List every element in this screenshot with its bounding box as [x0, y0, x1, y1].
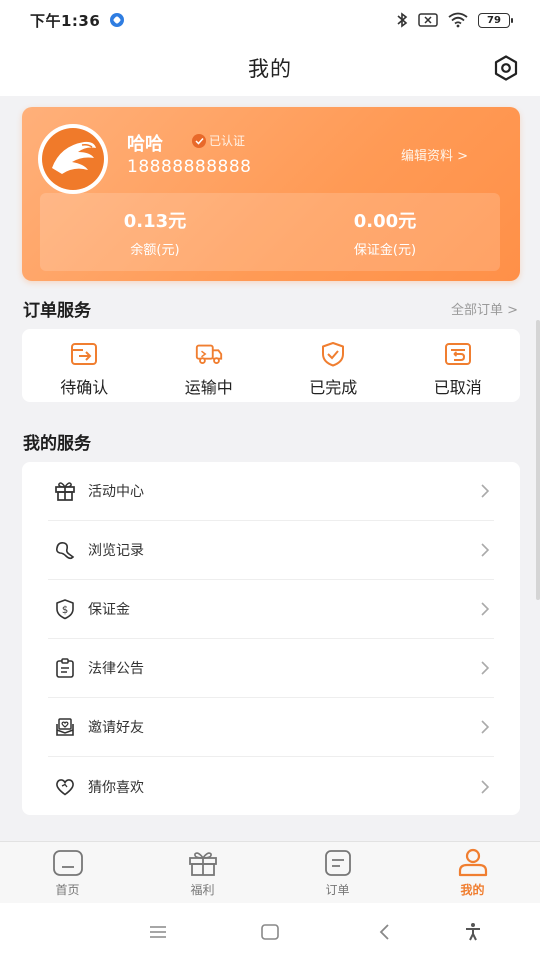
settings-icon[interactable] [488, 50, 524, 86]
no-sim-icon [418, 13, 438, 27]
svg-text:$: $ [62, 605, 68, 616]
tab-home[interactable]: 首页 [0, 842, 135, 903]
avatar[interactable] [38, 124, 108, 194]
tab-orders[interactable]: 订单 [270, 842, 405, 903]
user-phone: 18888888888 [127, 157, 252, 177]
service-activity-center[interactable]: 活动中心 [48, 462, 494, 521]
cancel-return-icon [443, 340, 473, 368]
service-invite-friends[interactable]: 邀请好友 [48, 698, 494, 757]
order-pending-label: 待确认 [60, 378, 109, 397]
chevron-right-icon [478, 720, 492, 734]
service-browse-history[interactable]: 浏览记录 [48, 521, 494, 580]
order-in-transit-label: 运输中 [184, 378, 233, 397]
verified-icon [192, 133, 206, 148]
deposit-label: 保证金(元) [353, 243, 417, 258]
order-service-card: 待确认 运输中 已完成 已取消 [22, 329, 520, 402]
service-guess-you-like[interactable]: 猜你喜欢 [48, 757, 494, 816]
service-label: 保证金 [88, 602, 130, 618]
deposit-value: 0.00元 [353, 211, 417, 232]
bottom-tab-bar: 首页 福利 订单 我的 [0, 841, 540, 903]
page-header: 我的 [0, 40, 540, 96]
heart-icon [52, 774, 78, 800]
order-completed[interactable]: 已完成 [271, 329, 396, 402]
truck-icon [194, 340, 224, 368]
status-icons: 79 [396, 12, 513, 28]
home-button-icon[interactable] [257, 919, 283, 945]
clipboard-icon [52, 655, 78, 681]
service-label: 法律公告 [88, 661, 144, 677]
balance-value: 0.13元 [123, 211, 187, 232]
deposit-stat[interactable]: 0.00元 保证金(元) [270, 193, 500, 271]
service-legal-notice[interactable]: 法律公告 [48, 639, 494, 698]
order-completed-label: 已完成 [309, 378, 358, 397]
accessibility-icon[interactable] [460, 919, 486, 945]
profile-card: 哈哈 已认证 18888888888 编辑资料 > 0.13元 余额(元) 0.… [22, 107, 520, 281]
tab-mine[interactable]: 我的 [405, 842, 540, 903]
order-service-title: 订单服务 [23, 301, 91, 321]
order-cancelled[interactable]: 已取消 [396, 329, 521, 402]
person-icon [456, 848, 490, 878]
order-cancelled-label: 已取消 [433, 378, 482, 397]
balance-stat[interactable]: 0.13元 余额(元) [40, 193, 270, 271]
verified-label: 已认证 [209, 134, 246, 148]
user-name: 哈哈 [127, 134, 163, 155]
chevron-right-icon [478, 543, 492, 557]
tab-label: 订单 [325, 883, 350, 897]
gift-icon [186, 848, 220, 878]
service-label: 浏览记录 [88, 543, 144, 559]
chevron-right-icon [478, 661, 492, 675]
shield-check-icon [318, 340, 348, 368]
chevron-right-icon [478, 602, 492, 616]
menu-icon[interactable] [145, 919, 171, 945]
battery-icon: 79 [478, 12, 513, 28]
edit-profile-link[interactable]: 编辑资料 > [401, 145, 468, 164]
mail-heart-icon [52, 714, 78, 740]
order-in-transit[interactable]: 运输中 [147, 329, 272, 402]
page-title: 我的 [248, 57, 292, 81]
tab-label: 首页 [55, 883, 80, 897]
pending-confirm-icon [69, 340, 99, 368]
my-services-card: 活动中心 浏览记录 $ 保证金 法律公告 邀请好友 猜你喜欢 [22, 462, 520, 815]
all-orders-link[interactable]: 全部订单 > [451, 299, 518, 318]
balance-label: 余额(元) [130, 243, 180, 258]
scrollbar[interactable] [536, 320, 540, 600]
notification-icon [110, 13, 125, 27]
status-time: 下午1:36 [30, 11, 101, 30]
wifi-icon [448, 12, 468, 28]
back-icon[interactable] [371, 919, 397, 945]
chevron-right-icon [478, 779, 492, 794]
status-bar: 下午1:36 79 [0, 0, 540, 40]
eagle-logo-icon [42, 128, 104, 190]
tab-label: 福利 [190, 883, 215, 897]
chevron-right-icon [478, 484, 492, 498]
service-label: 活动中心 [88, 484, 144, 500]
bluetooth-icon [396, 12, 408, 28]
wallet-stats: 0.13元 余额(元) 0.00元 保证金(元) [40, 193, 500, 271]
tab-welfare[interactable]: 福利 [135, 842, 270, 903]
tab-label: 我的 [460, 883, 485, 897]
service-label: 邀请好友 [88, 720, 144, 736]
footprint-icon [52, 537, 78, 563]
service-deposit[interactable]: $ 保证金 [48, 580, 494, 639]
my-services-title: 我的服务 [23, 434, 91, 454]
order-pending[interactable]: 待确认 [22, 329, 147, 402]
order-icon [321, 848, 355, 878]
dollar-shield-icon: $ [52, 596, 78, 622]
verified-badge: 已认证 [192, 132, 245, 149]
home-icon [51, 848, 85, 878]
service-label: 猜你喜欢 [88, 779, 144, 796]
system-nav-bar [0, 903, 540, 960]
gift-icon [52, 478, 78, 504]
